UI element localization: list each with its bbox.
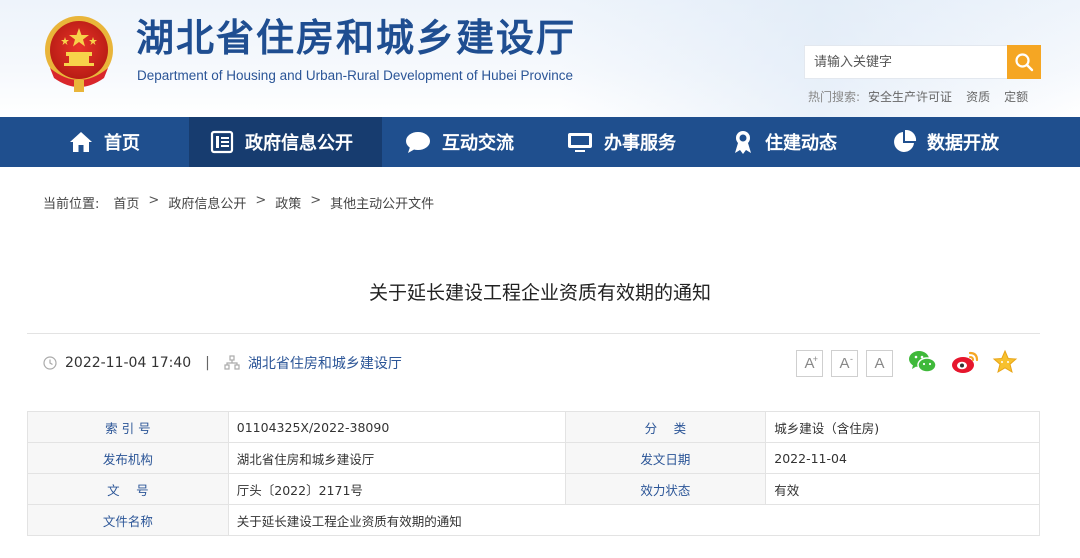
- breadcrumb-separator: >: [310, 193, 322, 208]
- font-size-controls: A + A- A: [796, 350, 893, 377]
- site-subtitle: Department of Housing and Urban-Rural De…: [137, 68, 573, 83]
- nav-item-services[interactable]: 办事服务: [566, 117, 676, 167]
- info-value: 城乡建设（含住房): [765, 411, 1040, 443]
- info-key: 索 引 号: [27, 411, 229, 443]
- info-value: 2022-11-04: [765, 442, 1040, 474]
- article-meta: 2022-11-04 17:40 | 湖北省住房和城乡建设厅: [43, 352, 402, 374]
- nav-item-open-data[interactable]: 数据开放: [891, 117, 999, 167]
- info-key: 文 号: [27, 473, 229, 505]
- hot-search-term[interactable]: 资质: [966, 88, 990, 105]
- info-key: 发布机构: [27, 442, 229, 474]
- table-row: 文 号 厅头〔2022〕2171号 效力状态 有效: [27, 473, 1040, 505]
- info-key: 效力状态: [564, 473, 767, 505]
- nav-item-interaction[interactable]: 互动交流: [404, 117, 514, 167]
- hot-search-term[interactable]: 安全生产许可证: [868, 88, 952, 105]
- nav-item-gov-info[interactable]: 政府信息公开: [189, 117, 382, 167]
- clock-icon: [43, 356, 57, 370]
- font-reset-button[interactable]: A: [866, 350, 893, 377]
- breadcrumb: 当前位置: 首页 > 政府信息公开 > 政策 > 其他主动公开文件: [43, 193, 434, 212]
- home-icon: [70, 132, 92, 152]
- share-bar: [908, 349, 1018, 379]
- weibo-icon[interactable]: [950, 349, 980, 379]
- search-box: [804, 45, 1007, 79]
- meta-separator: |: [205, 355, 210, 371]
- organization-icon: [224, 355, 240, 370]
- font-btn-label: A: [874, 355, 885, 372]
- font-btn-label: A: [839, 355, 850, 372]
- wechat-icon[interactable]: [908, 349, 938, 379]
- article-title: 关于延长建设工程企业资质有效期的通知: [368, 282, 711, 304]
- font-increase-button[interactable]: A +: [796, 350, 823, 377]
- info-value: 有效: [765, 473, 1040, 505]
- national-emblem-icon[interactable]: [40, 12, 118, 94]
- info-key: 文件名称: [27, 504, 229, 536]
- nav-label: 首页: [104, 133, 140, 154]
- info-value: 湖北省住房和城乡建设厅: [227, 442, 566, 474]
- title-divider: [27, 333, 1040, 334]
- breadcrumb-link[interactable]: 首页: [113, 193, 139, 212]
- breadcrumb-link[interactable]: 政策: [275, 193, 301, 212]
- hot-search: 热门搜索: 安全生产许可证 资质 定额: [808, 88, 1028, 105]
- nav-item-home[interactable]: 首页: [68, 117, 148, 167]
- info-key: 发文日期: [564, 442, 767, 474]
- site-title[interactable]: 湖北省住房和城乡建设厅: [136, 14, 576, 62]
- breadcrumb-label: 当前位置:: [43, 197, 100, 212]
- search-button[interactable]: [1007, 45, 1041, 79]
- site-header: 湖北省住房和城乡建设厅 Department of Housing and Ur…: [0, 0, 1080, 117]
- award-badge-icon: [735, 131, 751, 154]
- chat-bubble-icon: [406, 132, 430, 153]
- monitor-icon: [568, 133, 592, 152]
- publisher-name: 湖北省住房和城乡建设厅: [247, 356, 402, 372]
- nav-item-news[interactable]: 住建动态: [731, 117, 837, 167]
- pie-chart-icon: [894, 129, 917, 152]
- font-decrease-button[interactable]: A-: [831, 350, 858, 377]
- publish-datetime: 2022-11-04 17:40: [65, 355, 192, 371]
- breadcrumb-separator: >: [148, 193, 160, 208]
- table-row: 文件名称 关于延长建设工程企业资质有效期的通知: [27, 504, 1041, 536]
- hot-search-label: 热门搜索:: [808, 90, 861, 104]
- document-info-table: 索 引 号 01104325X/2022-38090 分 类 城乡建设（含住房)…: [27, 411, 1041, 536]
- table-row: 索 引 号 01104325X/2022-38090 分 类 城乡建设（含住房): [27, 411, 1040, 443]
- nav-label: 办事服务: [604, 133, 676, 154]
- info-value: 01104325X/2022-38090: [227, 411, 566, 443]
- info-key: 分 类: [564, 411, 767, 443]
- info-value: 厅头〔2022〕2171号: [227, 473, 566, 505]
- breadcrumb-link[interactable]: 政府信息公开: [168, 193, 246, 212]
- breadcrumb-link[interactable]: 其他主动公开文件: [330, 193, 434, 212]
- breadcrumb-separator: >: [255, 193, 267, 208]
- info-value: 关于延长建设工程企业资质有效期的通知: [227, 504, 1041, 536]
- favorite-star-icon[interactable]: [992, 349, 1018, 379]
- document-list-icon: [210, 130, 234, 154]
- hot-search-term[interactable]: 定额: [1004, 88, 1028, 105]
- nav-label: 政府信息公开: [245, 133, 353, 154]
- nav-label: 数据开放: [927, 133, 999, 154]
- table-row: 发布机构 湖北省住房和城乡建设厅 发文日期 2022-11-04: [27, 442, 1040, 474]
- search-input[interactable]: [805, 46, 1007, 78]
- main-nav: 首页 政府信息公开 互动交流 办事服务 住建动态 数据开放: [0, 117, 1080, 167]
- nav-label: 住建动态: [765, 133, 837, 154]
- search-icon: [1015, 53, 1034, 72]
- nav-label: 互动交流: [442, 133, 514, 154]
